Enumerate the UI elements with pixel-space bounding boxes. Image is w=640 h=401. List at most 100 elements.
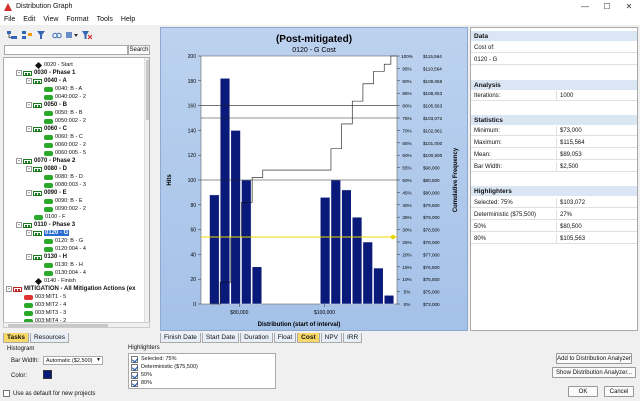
highlighter-item[interactable]: Selected: 75% — [131, 355, 176, 363]
tree-item[interactable]: - MITIGATION - All Mitigation Actions (ex — [6, 285, 135, 293]
collapse-toggle-icon[interactable]: - — [26, 230, 32, 236]
close-button[interactable]: ✕ — [618, 0, 640, 13]
view-dropdown-button[interactable] — [66, 30, 78, 41]
tree-item[interactable]: 0140 - Finish — [34, 277, 76, 285]
expand-all-button[interactable] — [6, 30, 18, 41]
tree-item[interactable]: 0040:002 - 2 — [44, 93, 86, 101]
highlighter-checkbox[interactable] — [131, 379, 138, 387]
cancel-button[interactable]: Cancel — [604, 386, 634, 397]
tab-npv[interactable]: NPV — [320, 333, 342, 343]
tree-item[interactable]: 0060: B - C — [44, 133, 83, 141]
collapse-toggle-icon[interactable]: - — [26, 102, 32, 108]
highlighter-checkbox[interactable] — [131, 363, 138, 371]
tab-cost[interactable]: Cost — [297, 333, 320, 343]
tab-resources[interactable]: Resources — [29, 333, 70, 343]
y2-pct-label: 0% — [404, 302, 411, 307]
menu-edit[interactable]: Edit — [19, 16, 39, 23]
filter-button[interactable] — [36, 30, 48, 41]
collapse-toggle-icon[interactable]: - — [6, 286, 12, 292]
tree-item[interactable]: 0050: B - B — [44, 109, 83, 117]
tree-item[interactable]: - 0030 - Phase 1 — [16, 69, 75, 77]
tree-item[interactable]: 0090: B - E — [44, 197, 83, 205]
tree-item[interactable]: - 0050 - B — [26, 101, 67, 109]
collapse-toggle-icon[interactable]: - — [16, 222, 22, 228]
add-to-analyzer-button[interactable]: Add to Distribution Analyzer — [556, 353, 632, 364]
tree-item[interactable]: 0060:002 - 2 — [44, 141, 86, 149]
y2-value-label: $78,000 — [423, 240, 440, 245]
menu-help[interactable]: Help — [117, 16, 139, 23]
minimize-button[interactable]: — — [574, 0, 596, 13]
tree-item[interactable]: 0020 - Start — [34, 61, 73, 69]
task-tree[interactable]: 0020 - Start -0030 - Phase 1-0040 - A 0040… — [3, 57, 150, 328]
tree-item[interactable]: - 0060 - C — [26, 125, 67, 133]
tree-item[interactable]: 0080:003 - 3 — [44, 181, 86, 189]
ok-button[interactable]: OK — [568, 386, 598, 397]
tree-item[interactable]: 0120:004 - 4 — [44, 245, 86, 253]
collapse-toggle-icon[interactable]: - — [16, 70, 22, 76]
tab-duration[interactable]: Duration — [240, 333, 273, 343]
tree-item[interactable]: 003:MIT3 - 3 — [24, 309, 66, 317]
bar-color-swatch[interactable] — [43, 370, 52, 379]
tree-item[interactable]: - 0040 - A — [26, 77, 67, 85]
highlighter-item[interactable]: 80% — [131, 379, 152, 387]
tree-item[interactable]: 0100 - F — [34, 213, 65, 221]
tree-item[interactable]: 0060:005 - 5 — [44, 149, 86, 157]
tree-item[interactable]: 0120: B - G — [44, 237, 83, 245]
highlighter-checkbox[interactable] — [131, 355, 138, 363]
tree-item[interactable]: - 0090 - E — [26, 189, 67, 197]
tree-horizontal-scrollbar[interactable] — [3, 322, 150, 328]
maximize-button[interactable]: ☐ — [596, 0, 618, 13]
tree-item[interactable]: 003:MIT2 - 4 — [24, 301, 66, 309]
tree-hscroll-thumb[interactable] — [8, 324, 108, 327]
highlighter-item[interactable]: Deterministic ($75,500) — [131, 363, 198, 371]
tree-item[interactable]: 0090:002 - 2 — [44, 205, 86, 213]
tree-item[interactable]: - 0080 - D — [26, 165, 67, 173]
collapse-toggle-icon[interactable]: - — [26, 78, 32, 84]
link-button[interactable] — [51, 30, 63, 41]
tree-item[interactable]: 0050:002 - 2 — [44, 117, 86, 125]
tab-tasks[interactable]: Tasks — [3, 333, 29, 343]
tab-finish-date[interactable]: Finish Date — [160, 333, 201, 343]
highlighter-item[interactable]: 50% — [131, 371, 152, 379]
tree-item[interactable]: - 0130 - H — [26, 253, 67, 261]
collapse-all-button[interactable] — [21, 30, 33, 41]
highlighter-label: 50% — [471, 221, 557, 232]
menu-tools[interactable]: Tools — [93, 16, 117, 23]
search-input[interactable] — [4, 45, 128, 55]
tree-item[interactable]: 0130:004 - 4 — [44, 269, 86, 277]
tree-item[interactable]: - 0070 - Phase 2 — [16, 157, 75, 165]
highlighter-item-label: 50% — [141, 372, 153, 378]
tree-item[interactable]: 003:MIT1 - 5 — [24, 293, 66, 301]
tree-item[interactable]: 0080: B - D — [44, 173, 83, 181]
task-bar-icon — [44, 110, 53, 116]
tree-item[interactable]: 0040: B - A — [44, 85, 82, 93]
tab-irr[interactable]: IRR — [343, 333, 363, 343]
y2-pct-label: 75% — [402, 116, 411, 121]
highlighter-checkbox[interactable] — [131, 371, 138, 379]
tree-item[interactable]: 0130: B - H — [44, 261, 83, 269]
tree-item[interactable]: - 0110 - Phase 3 — [16, 221, 75, 229]
collapse-toggle-icon[interactable]: - — [26, 190, 32, 196]
menu-view[interactable]: View — [39, 16, 62, 23]
menu-file[interactable]: File — [0, 16, 19, 23]
clear-filter-button[interactable] — [81, 30, 93, 41]
y-tick-label: 180 — [188, 79, 197, 85]
tree-scroll-thumb[interactable] — [146, 60, 149, 120]
menu-format[interactable]: Format — [62, 16, 92, 23]
tab-start-date[interactable]: Start Date — [201, 333, 240, 343]
collapse-toggle-icon[interactable]: - — [16, 158, 22, 164]
y-tick-label: 200 — [188, 54, 197, 60]
collapse-toggle-icon[interactable]: - — [26, 126, 32, 132]
default-checkbox[interactable] — [3, 390, 10, 397]
task-bar-icon — [34, 214, 43, 220]
tab-float[interactable]: Float — [273, 333, 297, 343]
tree-item[interactable]: - 0120 - G — [26, 229, 70, 237]
collapse-toggle-icon[interactable]: - — [26, 166, 32, 172]
bar-width-select[interactable]: Automatic ($2,500) ▼ — [43, 356, 103, 365]
search-button[interactable]: Search — [128, 45, 150, 55]
tree-vertical-scrollbar[interactable] — [144, 58, 149, 327]
collapse-toggle-icon[interactable]: - — [26, 254, 32, 260]
y2-value-label: $105,563 — [423, 104, 443, 109]
show-analyzer-button[interactable]: Show Distribution Analyzer... — [552, 367, 636, 378]
summary-task-icon — [33, 166, 42, 172]
